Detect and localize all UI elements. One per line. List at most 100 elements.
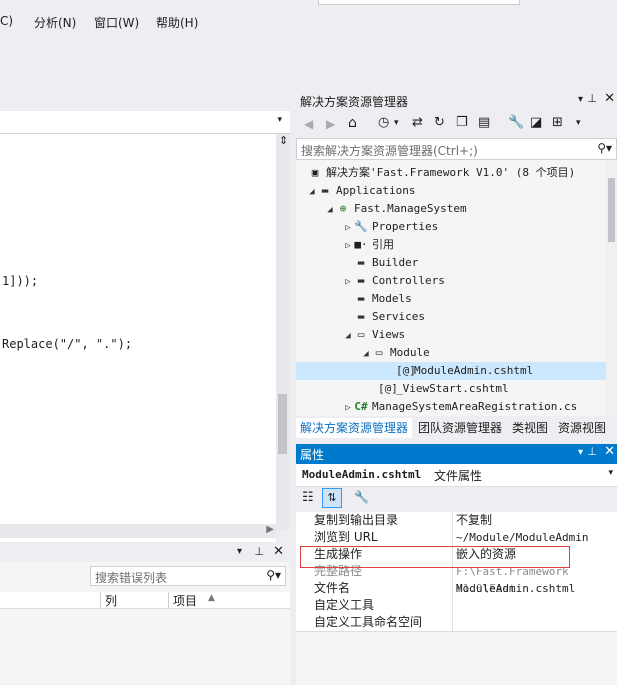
tree-item-moduleadmin-selected[interactable]: [@]ModuleAdmin.cshtml: [296, 362, 608, 380]
solution-explorer-title-bar: 解决方案资源管理器 ▾ ⊥ ✕: [296, 91, 617, 111]
csharp-file-icon: C#: [354, 400, 368, 413]
dropdown-icon[interactable]: ▾: [578, 94, 583, 105]
menu-item-help[interactable]: 帮助(H): [156, 14, 198, 31]
editor-horizontal-scrollbar[interactable]: ▶: [0, 524, 276, 538]
expanded-arrow-icon[interactable]: ◢: [342, 327, 354, 345]
tree-item-project[interactable]: ◢ ⊕ Fast.ManageSystem: [324, 200, 466, 219]
forward-icon[interactable]: ▶: [326, 117, 335, 131]
property-value[interactable]: ~/Module/ModuleAdmin: [456, 529, 588, 546]
search-icon[interactable]: ⚲▾: [597, 141, 612, 155]
tab-class-view[interactable]: 类视图: [508, 418, 552, 438]
preview-icon[interactable]: ◪: [530, 115, 542, 130]
property-value[interactable]: 不复制: [456, 512, 492, 529]
solution-tree-scrollbar[interactable]: [606, 160, 617, 416]
dropdown-icon[interactable]: ▾: [237, 546, 242, 557]
show-all-files-icon[interactable]: ▤: [478, 115, 490, 130]
column-header-project[interactable]: 项目: [168, 592, 197, 609]
property-row[interactable]: 浏览到 URL ~/Module/ModuleAdmin: [296, 529, 617, 546]
quick-launch-box[interactable]: [318, 0, 520, 5]
chevron-down-icon[interactable]: ▾: [576, 118, 581, 128]
collapse-all-icon[interactable]: ❐: [456, 115, 468, 130]
wrench-icon[interactable]: 🔧: [354, 490, 369, 504]
tree-item-views[interactable]: ◢ ▭ Views: [342, 326, 405, 344]
categorized-icon[interactable]: ☷: [302, 490, 314, 505]
property-value[interactable]: ModuleAdmin.cshtml: [456, 580, 575, 597]
tree-item-applications[interactable]: ◢ ▬ Applications: [306, 182, 415, 200]
collapsed-arrow-icon[interactable]: ▷: [342, 273, 354, 291]
tree-item-label: Module: [390, 346, 430, 359]
class-diagram-icon[interactable]: ⊞: [552, 115, 563, 130]
editor-navigation-bar[interactable]: ▾: [0, 111, 290, 134]
scroll-thumb[interactable]: [608, 178, 615, 242]
menu-item-window[interactable]: 窗口(W): [94, 14, 139, 31]
menu-item-analyze[interactable]: 分析(N): [34, 14, 76, 31]
references-icon: ■·: [354, 238, 368, 251]
selected-object-name: ModuleAdmin.cshtml: [302, 468, 422, 481]
expanded-arrow-icon[interactable]: ◢: [324, 201, 336, 219]
description-pane: [296, 631, 617, 685]
razor-file-icon: [@]: [378, 382, 398, 395]
expanded-arrow-icon[interactable]: ◢: [306, 183, 318, 201]
menu-item-build[interactable]: C): [0, 14, 13, 28]
history-icon[interactable]: ◷: [378, 115, 389, 130]
refresh-icon[interactable]: ↻: [434, 115, 445, 130]
tree-item-controllers[interactable]: ▷ ▬ Controllers: [342, 272, 445, 290]
razor-file-icon: [@]: [396, 364, 416, 377]
chevron-down-icon[interactable]: ▾: [608, 468, 613, 478]
dropdown-icon[interactable]: ▾: [578, 447, 583, 458]
tab-team-explorer[interactable]: 团队资源管理器: [414, 418, 506, 438]
code-line: Replace("/", ".");: [2, 337, 133, 351]
tree-item-label: Builder: [372, 256, 419, 269]
column-divider[interactable]: [452, 512, 453, 631]
split-icon[interactable]: ⇕: [279, 134, 288, 147]
property-row[interactable]: 复制到输出目录 不复制: [296, 512, 617, 529]
expanded-arrow-icon[interactable]: ◢: [360, 345, 372, 363]
error-list-columns: 列 项目 ▲: [0, 592, 290, 609]
close-icon[interactable]: ✕: [273, 544, 284, 559]
alphabetical-sort-icon[interactable]: ⇅: [322, 488, 342, 508]
property-grid: 复制到输出目录 不复制 浏览到 URL ~/Module/ModuleAdmin…: [296, 512, 617, 685]
search-icon[interactable]: ⚲▾: [266, 568, 281, 582]
properties-object-selector[interactable]: ModuleAdmin.cshtml 文件属性 ▾: [296, 464, 617, 487]
home-icon[interactable]: ⌂: [348, 115, 357, 131]
pin-icon[interactable]: ⊥: [587, 445, 597, 458]
tree-item-solution[interactable]: ▣ 解决方案'Fast.Framework V1.0' (8 个项目): [308, 164, 576, 182]
tab-resource-view[interactable]: 资源视图: [554, 418, 610, 438]
error-search-input[interactable]: 搜索错误列表 ⚲▾: [90, 566, 286, 586]
property-row[interactable]: 自定义工具: [296, 597, 617, 614]
collapsed-arrow-icon[interactable]: ▷: [342, 237, 354, 255]
wrench-icon[interactable]: 🔧: [508, 115, 524, 130]
property-row[interactable]: 文件名 ModuleAdmin.cshtml: [296, 580, 617, 597]
tree-item-references[interactable]: ▷ ■· 引用: [342, 236, 394, 254]
tree-item-arearegistration[interactable]: ▷ C# ManageSystemAreaRegistration.cs: [342, 398, 577, 416]
property-row[interactable]: 自定义工具命名空间: [296, 614, 617, 631]
tree-item-viewstart[interactable]: [@]_ViewStart.cshtml: [378, 380, 509, 398]
properties-toolbar: ☷ ⇅ 🔧: [296, 486, 617, 512]
collapsed-arrow-icon[interactable]: ▷: [342, 399, 354, 416]
column-header-line[interactable]: 列: [100, 592, 117, 609]
tree-item-properties[interactable]: ▷ 🔧 Properties: [342, 218, 438, 236]
sort-up-icon[interactable]: ▲: [208, 593, 215, 603]
scroll-thumb[interactable]: [278, 394, 287, 454]
explorer-tab-strip: 解决方案资源管理器 团队资源管理器 类视图 资源视图: [296, 418, 617, 440]
solution-explorer-search-input[interactable]: 搜索解决方案资源管理器(Ctrl+;) ⚲▾: [296, 138, 617, 160]
close-icon[interactable]: ✕: [604, 444, 615, 459]
collapsed-arrow-icon[interactable]: ▷: [342, 219, 354, 237]
sync-icon[interactable]: ⇄: [412, 115, 423, 130]
tree-item-models[interactable]: ▬ Models: [342, 290, 412, 308]
scroll-right-icon[interactable]: ▶: [266, 524, 274, 535]
tree-item-module[interactable]: ◢ ▭ Module: [360, 344, 430, 363]
pin-icon[interactable]: ⊥: [587, 92, 597, 105]
tree-item-services[interactable]: ▬ Services: [342, 308, 425, 326]
back-icon[interactable]: ◀: [304, 117, 313, 131]
code-editor[interactable]: 1])); Replace("/", ".");: [0, 111, 276, 542]
selected-object-type: 文件属性: [434, 469, 483, 483]
tree-item-builder[interactable]: ▬ Builder: [342, 254, 419, 272]
chevron-down-icon[interactable]: ▾: [277, 115, 282, 125]
tab-solution-explorer[interactable]: 解决方案资源管理器: [296, 418, 413, 438]
chevron-down-icon[interactable]: ▾: [394, 118, 399, 128]
editor-vertical-scrollbar[interactable]: ⇕: [276, 134, 290, 530]
close-icon[interactable]: ✕: [604, 91, 615, 106]
pin-icon[interactable]: ⊥: [254, 545, 264, 558]
folder-icon: ▬: [357, 310, 365, 323]
